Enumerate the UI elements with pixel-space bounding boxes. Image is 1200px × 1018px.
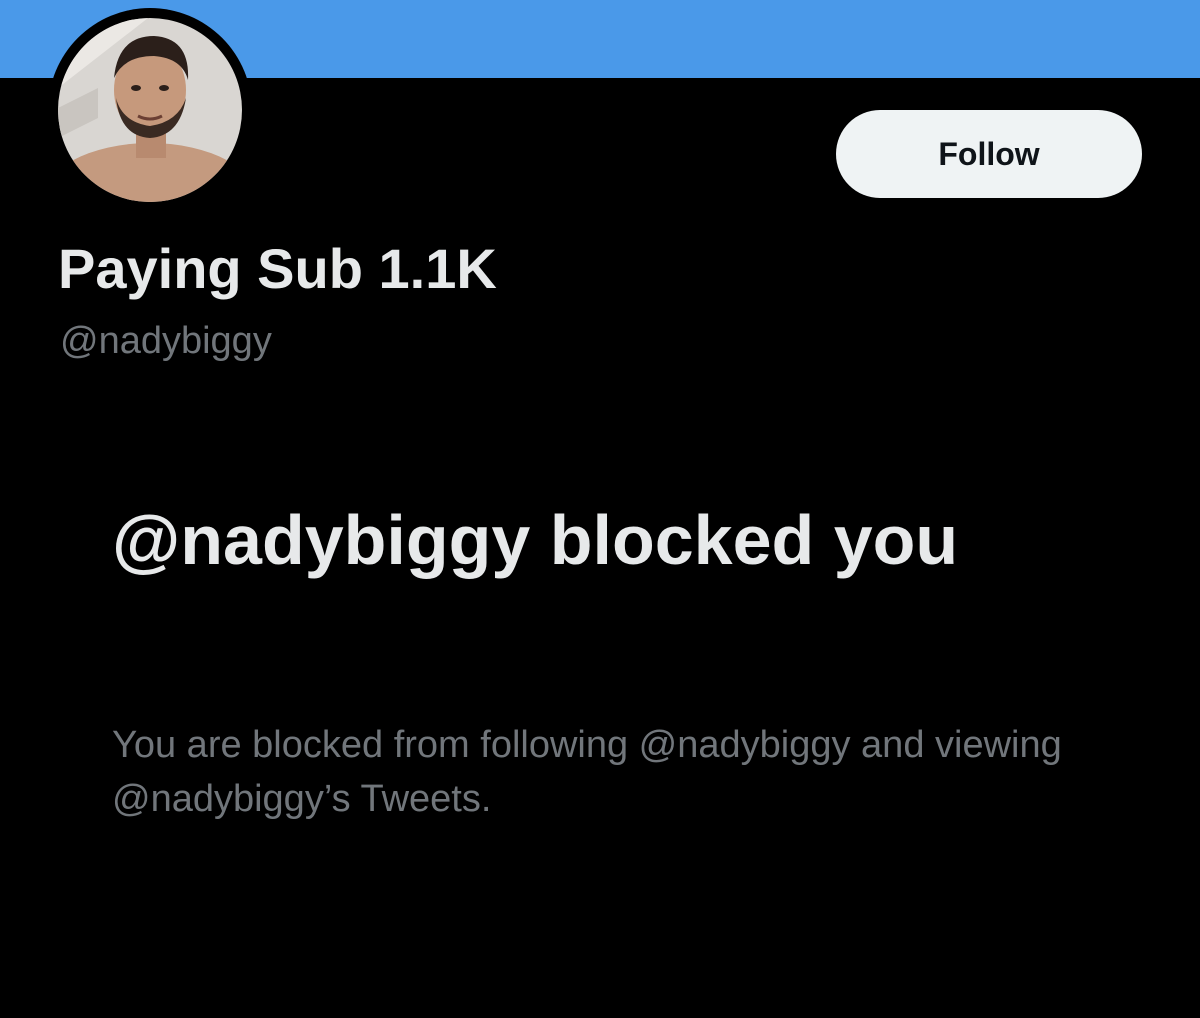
avatar-photo (58, 18, 242, 202)
profile-display-name: Paying Sub 1.1K (58, 237, 497, 300)
blocked-title: @nadybiggy blocked you (112, 501, 959, 579)
follow-button[interactable]: Follow (836, 110, 1142, 198)
blocked-description: You are blocked from following @nadybigg… (112, 724, 1062, 820)
profile-handle: @nadybiggy (60, 320, 272, 362)
avatar[interactable] (48, 8, 252, 212)
